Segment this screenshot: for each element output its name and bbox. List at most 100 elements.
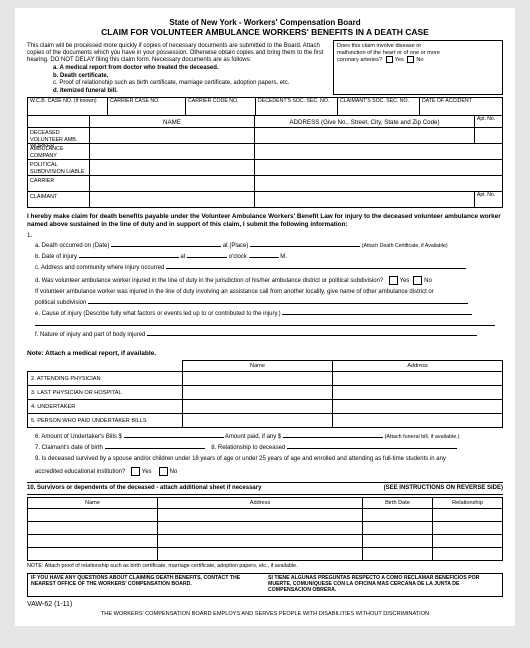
- injury-address-field[interactable]: [166, 268, 466, 269]
- injury-time-field[interactable]: [187, 257, 227, 258]
- q8: 8. Relationship to deceased: [211, 445, 285, 451]
- col-address: ADDRESS (Give No., Street, City, State a…: [255, 116, 475, 128]
- lastphys-addr[interactable]: [333, 386, 503, 400]
- q-b-at: at: [180, 254, 185, 260]
- col-carrier-code[interactable]: CARRIER CODE NO.: [186, 98, 256, 116]
- box-line3: coronary arteries?: [337, 57, 382, 63]
- dob-field[interactable]: [105, 448, 205, 449]
- q-a2: at (Place): [223, 243, 249, 249]
- amb-address-field[interactable]: [255, 144, 475, 160]
- nature-field[interactable]: [147, 335, 477, 336]
- q9a: 9. Is deceased survived by a spouse and/…: [35, 456, 446, 462]
- carrier-address-field[interactable]: [255, 176, 475, 192]
- box-line1: Does this claim involve disease or: [337, 43, 421, 49]
- undertaker-addr[interactable]: [333, 400, 503, 414]
- coronary-yes-checkbox[interactable]: [386, 56, 393, 63]
- req-a: a. A medical report from doctor who trea…: [53, 65, 333, 72]
- org-name: State of New York - Workers' Compensatio…: [27, 18, 503, 27]
- q9-yes-checkbox[interactable]: [131, 467, 140, 476]
- col-decedent-ssn[interactable]: DECEDENT'S SOC. SEC. NO.: [256, 98, 338, 116]
- q-c: c. Address and community where injury oc…: [35, 265, 164, 271]
- q6b: Amount paid, if any $: [225, 434, 281, 440]
- required-docs-list: a. A medical report from doctor who trea…: [53, 65, 333, 96]
- party-ambulance-co: AMBULANCE COMPANY: [28, 144, 90, 160]
- q-b-oc: o'clock: [229, 254, 247, 260]
- col-wcb[interactable]: W.C.B. CASE NO. (If known): [28, 98, 108, 116]
- q7: 7. Claimant's date of birth: [35, 445, 103, 451]
- s-birth: Birth Date: [363, 497, 433, 508]
- col-name: NAME: [90, 116, 255, 128]
- q-f: f. Nature of injury and part of body inj…: [35, 332, 145, 338]
- survivors-table: Name Address Birth Date Relationship: [27, 497, 503, 561]
- footer-es: SI TIENE ALGUNAS PREGUNTAS RESPECTO A CO…: [268, 576, 499, 594]
- attending-name[interactable]: [183, 372, 333, 386]
- col-claimant-ssn[interactable]: CLAIMANT'S SOC. SEC. NO.: [338, 98, 420, 116]
- amb-name-field[interactable]: [90, 144, 255, 160]
- blank-corner: [28, 116, 90, 128]
- row-paid-bills: 5. PERSON WHO PAID UNDERTAKER BILLS: [28, 414, 183, 428]
- col-carrier-case[interactable]: CARRIER CASE NO.: [108, 98, 186, 116]
- intro-text: This claim will be processed more quickl…: [27, 43, 333, 64]
- req-d: d. Itemized funeral bill.: [53, 88, 333, 95]
- amount-paid-field[interactable]: [283, 437, 383, 438]
- form-page: State of New York - Workers' Compensatio…: [15, 8, 515, 626]
- cause-field-1[interactable]: [282, 314, 472, 315]
- party-deceased: DECEASED VOLUNTEER AMB. WORKER: [28, 128, 90, 144]
- deceased-address-field[interactable]: [255, 128, 475, 144]
- injury-date-field[interactable]: [79, 257, 179, 258]
- death-date-field[interactable]: [111, 246, 221, 247]
- footer-contact-box: IF YOU HAVE ANY QUESTIONS ABOUT CLAIMING…: [27, 573, 503, 597]
- q-b: b. Date of injury: [35, 254, 77, 260]
- pol-address-field[interactable]: [255, 160, 475, 176]
- cause-field-2[interactable]: [35, 325, 495, 326]
- relationship-field[interactable]: [287, 448, 457, 449]
- survivor-row[interactable]: [28, 509, 158, 522]
- row-attending: 2. ATTENDING PHYSICIAN: [28, 372, 183, 386]
- tbl1-addr: Address: [333, 360, 503, 371]
- note-attach-medical: Note: Attach a medical report, if availa…: [27, 350, 182, 357]
- q9b: accredited educational institution?: [35, 469, 125, 475]
- col-date-accident[interactable]: DATE OF ACCIDENT: [420, 98, 503, 116]
- form-title: CLAIM FOR VOLUNTEER AMBULANCE WORKERS' B…: [27, 28, 503, 38]
- row-last-phys: 3. LAST PHYSICIAN OR HOSPITAL: [28, 386, 183, 400]
- payer-addr[interactable]: [333, 414, 503, 428]
- form-number: VAW-62 (1-11): [27, 601, 503, 609]
- q-b-m: M.: [280, 254, 287, 260]
- disclaimer: THE WORKERS' COMPENSATION BOARD EMPLOYS …: [27, 611, 503, 617]
- injury-ampm-field[interactable]: [249, 257, 279, 258]
- req-b: b. Death certificate.: [53, 73, 333, 80]
- coronary-no-checkbox[interactable]: [407, 56, 414, 63]
- carrier-name-field[interactable]: [90, 176, 255, 192]
- q-d3: political subdivision: [35, 300, 86, 306]
- undertaker-bills-field[interactable]: [124, 437, 224, 438]
- coronary-question-box: Does this claim involve disease or malfu…: [333, 40, 503, 95]
- survivor-row[interactable]: [28, 548, 158, 561]
- death-place-field[interactable]: [250, 246, 360, 247]
- no-label: No: [416, 57, 423, 63]
- q9-no-checkbox[interactable]: [159, 467, 168, 476]
- s-name: Name: [28, 497, 158, 508]
- yes-label: Yes: [395, 57, 404, 63]
- sec10-title: 10. Survivors or dependents of the decea…: [27, 485, 384, 492]
- lastphys-name[interactable]: [183, 386, 333, 400]
- claimant-address-field[interactable]: [255, 192, 475, 208]
- d-no-checkbox[interactable]: [413, 276, 422, 285]
- other-district-field[interactable]: [88, 303, 468, 304]
- undertaker-name[interactable]: [183, 400, 333, 414]
- survivor-row[interactable]: [28, 535, 158, 548]
- d-yes-checkbox[interactable]: [389, 276, 398, 285]
- s-addr: Address: [158, 497, 363, 508]
- survivor-row[interactable]: [28, 522, 158, 535]
- claimant-name-field[interactable]: [90, 192, 255, 208]
- q-d2: If volunteer ambulance worker was injure…: [35, 289, 434, 295]
- claimant-apt-field[interactable]: Apt. No.: [475, 192, 503, 208]
- q-a: a. Death occurred on (Date): [35, 243, 109, 249]
- sec10-note: NOTE: Attach proof of relationship such …: [27, 563, 503, 569]
- footer-en: IF YOU HAVE ANY QUESTIONS ABOUT CLAIMING…: [31, 576, 262, 594]
- pol-name-field[interactable]: [90, 160, 255, 176]
- declaration-text: I hereby make claim for death benefits p…: [27, 213, 503, 228]
- payer-name[interactable]: [183, 414, 333, 428]
- deceased-apt-field[interactable]: [475, 128, 503, 144]
- deceased-name-field[interactable]: [90, 128, 255, 144]
- attending-addr[interactable]: [333, 372, 503, 386]
